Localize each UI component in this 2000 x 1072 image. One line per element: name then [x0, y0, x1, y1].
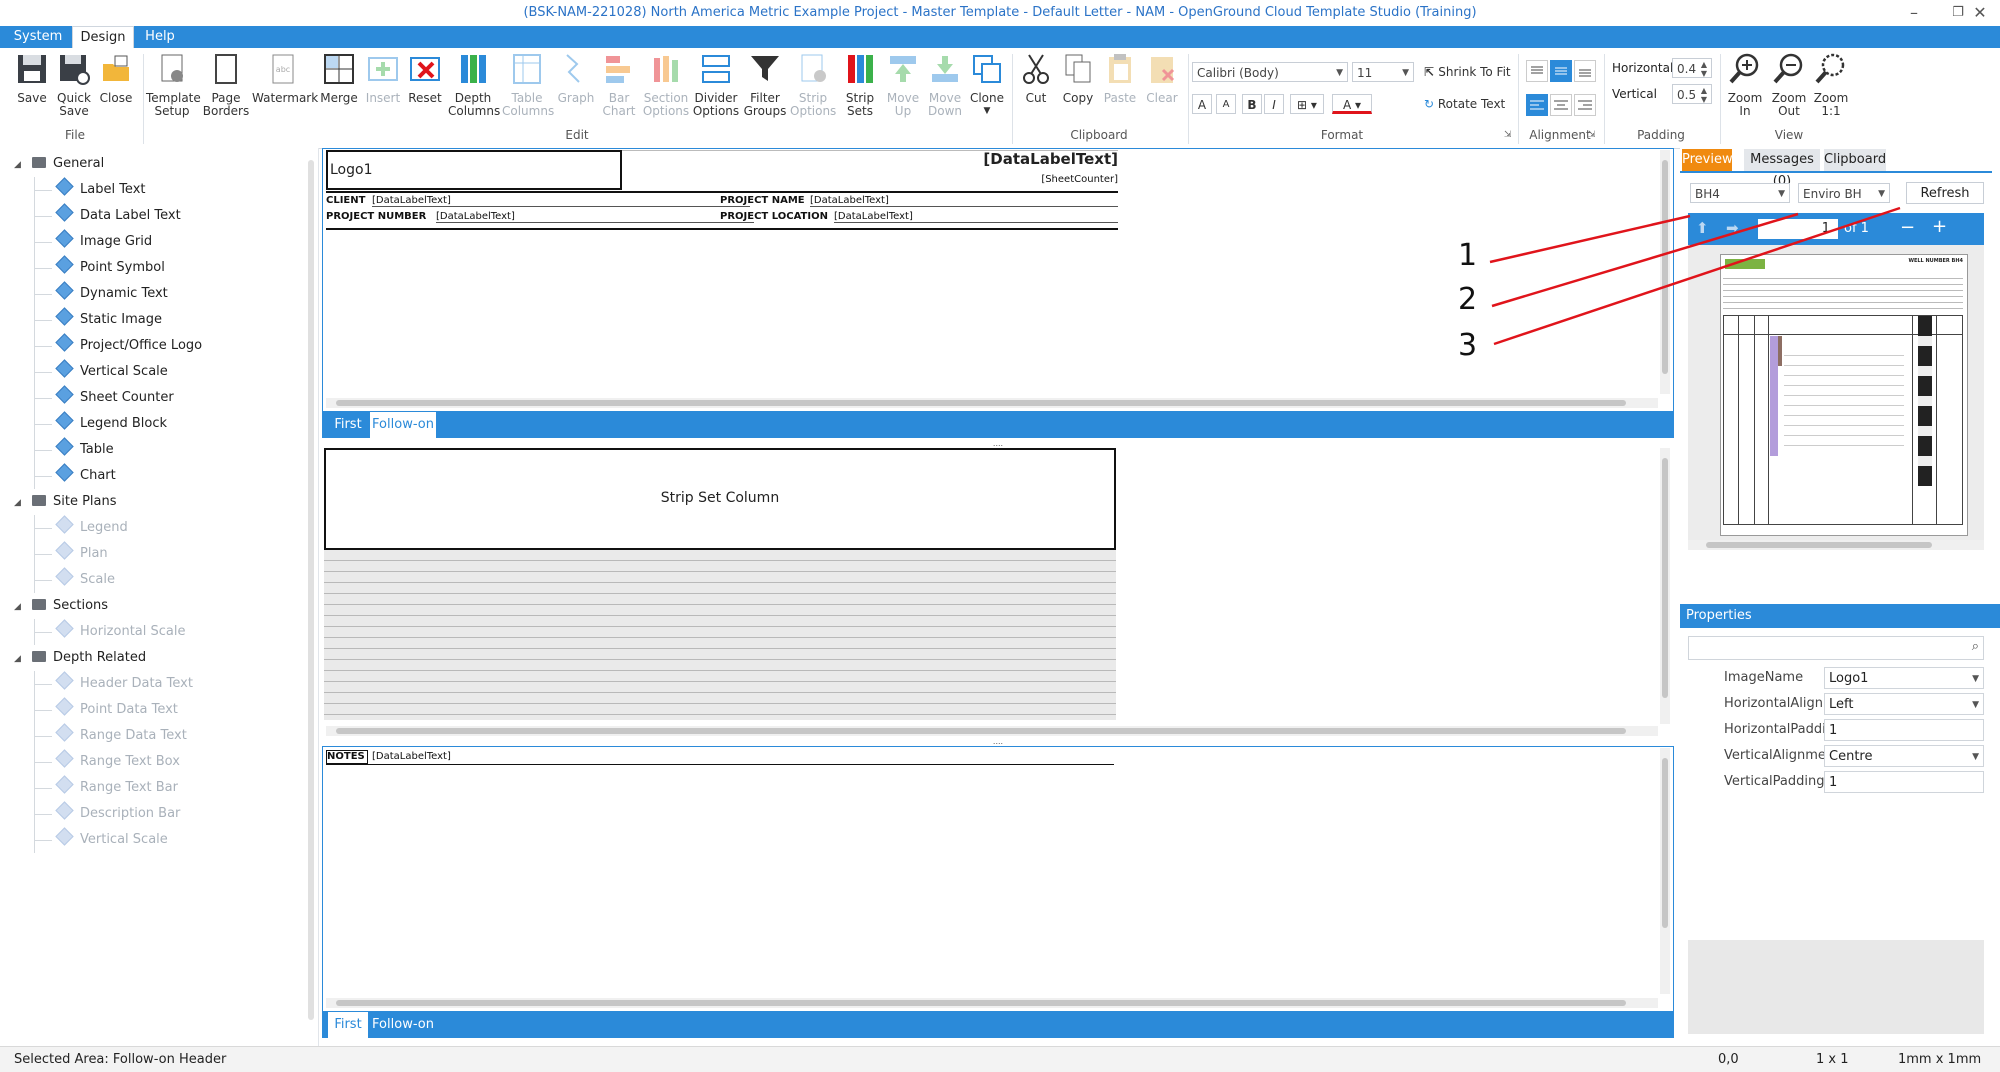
status-coordinates: 0,0: [1718, 1052, 1739, 1067]
status-selected-area: Selected Area: Follow-on Header: [14, 1052, 227, 1067]
status-grid-size: 1mm x 1mm: [1898, 1052, 1982, 1067]
annotation-overlay: [1489, 206, 1901, 346]
annotation-label-3: 3: [1458, 328, 1478, 363]
annotation-label-2: 2: [1458, 282, 1478, 317]
annotation-label-1: 1: [1458, 238, 1478, 273]
status-bar: Selected Area: Follow-on Header 0,0 1 x …: [0, 1046, 2000, 1072]
annotation-arrow-3: [1493, 206, 1901, 346]
status-cells: 1 x 1: [1816, 1052, 1849, 1067]
